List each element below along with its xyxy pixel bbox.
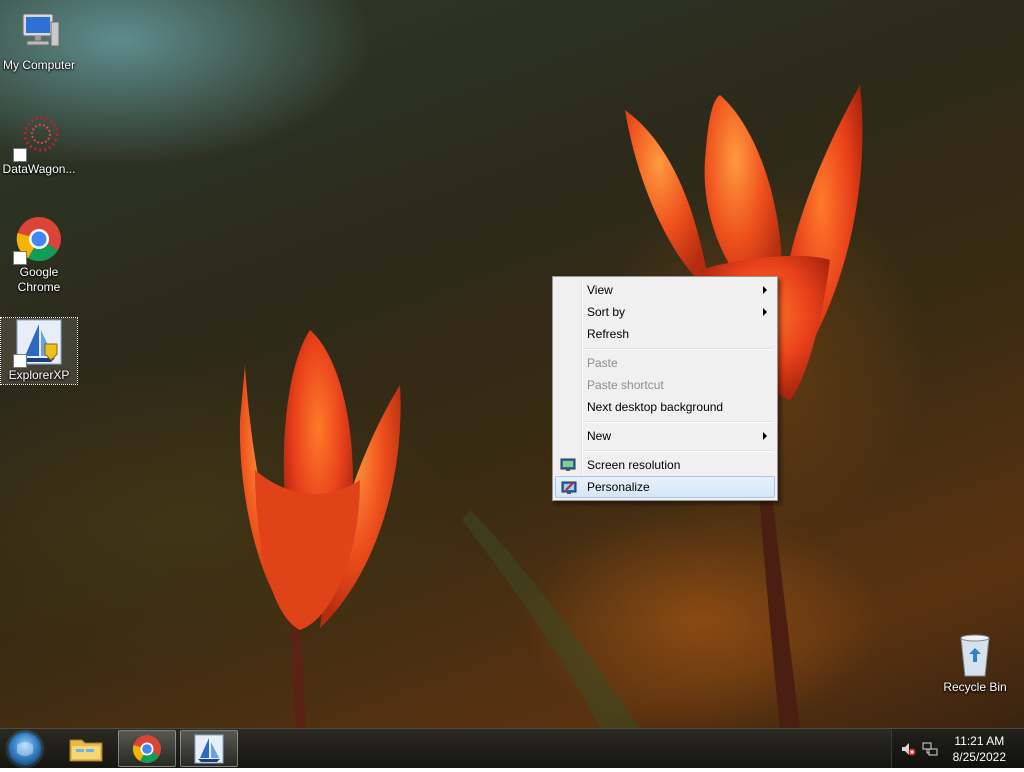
menu-item-label: View [587,283,613,297]
my-computer-icon [15,8,63,56]
submenu-arrow-icon [763,432,767,440]
desktop[interactable]: My Computer DataWagon... Google Chrome E… [0,0,1024,728]
clock-date: 8/25/2022 [952,750,1006,764]
desktop-icon-explorerxp[interactable]: ExplorerXP [0,317,78,385]
chrome-icon [13,215,63,265]
shortcut-arrow-icon [13,354,27,368]
menu-item-label: Screen resolution [587,458,681,472]
desktop-icon-label: DataWagon... [2,162,76,176]
system-tray: 11:21 AM 8/25/2022 [891,729,1024,768]
volume-muted-icon[interactable] [900,741,916,757]
datawagon-icon [13,112,63,162]
desktop-icon-chrome[interactable]: Google Chrome [1,215,77,295]
menu-separator [585,418,775,425]
menu-item-paste: Paste [555,352,775,374]
menu-item-label: Refresh [587,327,630,341]
menu-separator [585,447,775,454]
menu-separator [585,345,775,352]
menu-item-new[interactable]: New [555,425,775,447]
menu-item-view[interactable]: View [555,279,775,301]
menu-item-label: Next desktop background [587,400,724,414]
menu-item-personalize[interactable]: Personalize [555,476,775,498]
desktop-icon-datawagon[interactable]: DataWagon... [1,112,77,177]
menu-item-label: Sort by [587,305,626,319]
desktop-icon-my-computer[interactable]: My Computer [1,8,77,73]
menu-item-screen-resolution[interactable]: Screen resolution [555,454,775,476]
menu-item-paste-shortcut: Paste shortcut [555,374,775,396]
tulip-wallpaper [239,85,863,728]
taskbar-chrome[interactable] [118,730,176,767]
chrome-icon [132,735,161,763]
menu-item-refresh[interactable]: Refresh [555,323,775,345]
desktop-icon-label: My Computer [2,58,76,72]
explorerxp-icon [13,318,63,368]
desktop-icon-recycle-bin[interactable]: Recycle Bin [937,630,1013,695]
shortcut-arrow-icon [13,251,27,265]
submenu-arrow-icon [763,308,767,316]
menu-item-label: Paste shortcut [587,378,664,392]
taskbar-explorerxp[interactable] [180,730,238,767]
start-orb-icon[interactable] [7,731,43,767]
clock-time: 11:21 AM [954,734,1005,748]
menu-item-label: Personalize [587,480,650,494]
screen-resolution-icon [560,457,576,473]
file-explorer-icon [69,739,103,762]
menu-item-label: Paste [587,356,618,370]
network-icon[interactable] [922,741,938,757]
taskbar-clock[interactable]: 11:21 AM 8/25/2022 [953,733,1006,765]
desktop-icon-label: Recycle Bin [943,680,1007,694]
personalize-icon [561,480,577,496]
submenu-arrow-icon [763,286,767,294]
desktop-icon-label: ExplorerXP [8,368,70,382]
menu-item-label: New [587,429,612,443]
explorerxp-icon [194,734,224,764]
menu-item-sort-by[interactable]: Sort by [555,301,775,323]
desktop-context-menu: View Sort by Refresh Paste Paste shortcu… [552,276,778,501]
menu-item-next-desktop-background[interactable]: Next desktop background [555,396,775,418]
recycle-bin-icon [951,630,999,678]
taskbar: 11:21 AM 8/25/2022 [0,728,1024,768]
shortcut-arrow-icon [13,148,27,162]
taskbar-file-explorer[interactable] [58,730,116,767]
desktop-icon-label: Google Chrome [17,265,61,294]
